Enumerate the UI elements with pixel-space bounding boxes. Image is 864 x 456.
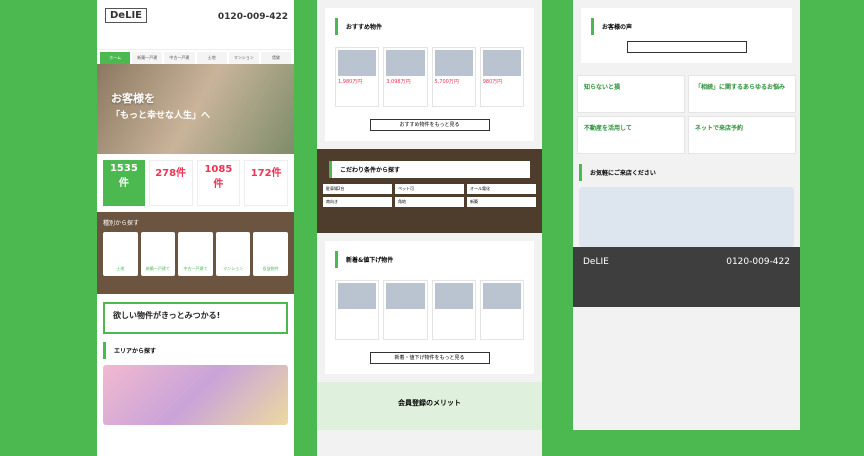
new-title: 新着&値下げ物件: [335, 251, 524, 268]
area-map[interactable]: [103, 365, 288, 425]
condition-chip[interactable]: ペット可: [395, 184, 464, 194]
condition-section: こだわり条件から探す 駐車場2台 ペット可 オール電化 南向き 角地 新築: [317, 149, 542, 233]
stat-new: 172件: [244, 160, 288, 206]
property-card[interactable]: 980万円: [479, 47, 524, 107]
voice-more-button[interactable]: [626, 41, 747, 53]
ad-banners: 知らないと損 「相続」に関するあらゆるお悩み 不動産を活用して ネットで来店予約: [573, 71, 800, 158]
condition-chip[interactable]: 角地: [395, 197, 464, 207]
page-column-middle: おすすめ物件 1,980万円 3,098万円 5,700万円 980万円 おすす…: [317, 0, 542, 456]
type-tile[interactable]: 新築一戸建て: [140, 232, 176, 276]
global-nav: ホーム 新築一戸建 中古一戸建 土地 マンション 賃貸: [97, 52, 294, 64]
recommend-title: おすすめ物件: [335, 18, 524, 35]
recommend-more-button[interactable]: おすすめ物件をもっと見る: [369, 119, 490, 131]
voice-panel: お客様の声: [581, 8, 792, 63]
nav-item[interactable]: 中古一戸建: [164, 52, 195, 64]
site-footer: DeLIE 0120-009-422: [573, 247, 800, 307]
type-tile[interactable]: 土地: [103, 232, 138, 276]
nav-item[interactable]: 土地: [196, 52, 227, 64]
property-card[interactable]: [335, 280, 380, 340]
ad-banner[interactable]: ネットで来店予約: [688, 116, 796, 154]
type-tile[interactable]: 中古一戸建て: [178, 232, 213, 276]
property-card[interactable]: [383, 280, 428, 340]
area-search-title: エリアから探す: [103, 342, 288, 359]
ad-banner[interactable]: 不動産を活用して: [577, 116, 685, 154]
site-logo[interactable]: DeLIE: [105, 8, 148, 23]
condition-chip[interactable]: 南向き: [323, 197, 392, 207]
nav-item[interactable]: 新築一戸建: [132, 52, 163, 64]
hero-title: お客様を: [111, 92, 155, 105]
condition-chip[interactable]: 駐車場2台: [323, 184, 392, 194]
recommend-panel: おすすめ物件 1,980万円 3,098万円 5,700万円 980万円 おすす…: [325, 8, 534, 141]
site-header: DeLIE 0120-009-422: [97, 0, 294, 50]
stat-public: 278件: [148, 160, 193, 206]
footer-logo[interactable]: DeLIE: [583, 257, 609, 267]
nav-item[interactable]: マンション: [228, 52, 259, 64]
condition-chip[interactable]: オール電化: [467, 184, 536, 194]
stats-row: 1535件 278件 1085件 172件: [97, 154, 294, 212]
property-card[interactable]: [479, 280, 524, 340]
property-card[interactable]: 1,980万円: [335, 47, 380, 107]
promo-banner[interactable]: 欲しい物件がきっとみつかる!: [103, 302, 288, 334]
condition-title: こだわり条件から探す: [329, 161, 530, 178]
store-map[interactable]: [579, 187, 794, 247]
merit-section: 会員登録のメリット: [317, 382, 542, 430]
new-panel: 新着&値下げ物件 新着・値下げ物件をもっと見る: [325, 241, 534, 374]
type-search-title: 種別から探す: [103, 220, 140, 227]
header-phone[interactable]: 0120-009-422: [218, 12, 288, 22]
type-search-section: 種別から探す 土地 新築一戸建て 中古一戸建て マンション 収益物件: [97, 212, 294, 294]
property-card[interactable]: 3,098万円: [383, 47, 428, 107]
stat-total: 1535件: [103, 160, 145, 206]
type-tile[interactable]: マンション: [215, 232, 251, 276]
property-card[interactable]: [431, 280, 476, 340]
footer-phone[interactable]: 0120-009-422: [726, 257, 790, 267]
contact-title: お気軽にご来店ください: [579, 164, 794, 181]
condition-chip[interactable]: 新築: [467, 197, 536, 207]
ad-banner[interactable]: 「相続」に関するあらゆるお悩み: [688, 75, 796, 113]
page-column-right: お客様の声 知らないと損 「相続」に関するあらゆるお悩み 不動産を活用して ネッ…: [573, 0, 800, 430]
stat-member: 1085件: [196, 160, 241, 206]
type-tile[interactable]: 収益物件: [253, 232, 288, 276]
nav-item[interactable]: ホーム: [100, 52, 131, 64]
hero-banner: お客様を 「もっと幸せな人生」へ: [97, 64, 294, 154]
ad-banner[interactable]: 知らないと損: [577, 75, 685, 113]
page-column-left: DeLIE 0120-009-422 ホーム 新築一戸建 中古一戸建 土地 マン…: [97, 0, 294, 456]
hero-subtitle: 「もっと幸せな人生」へ: [111, 111, 211, 121]
voice-title: お客様の声: [591, 18, 782, 35]
property-card[interactable]: 5,700万円: [431, 47, 476, 107]
nav-item[interactable]: 賃貸: [260, 52, 292, 64]
new-more-button[interactable]: 新着・値下げ物件をもっと見る: [369, 352, 490, 364]
